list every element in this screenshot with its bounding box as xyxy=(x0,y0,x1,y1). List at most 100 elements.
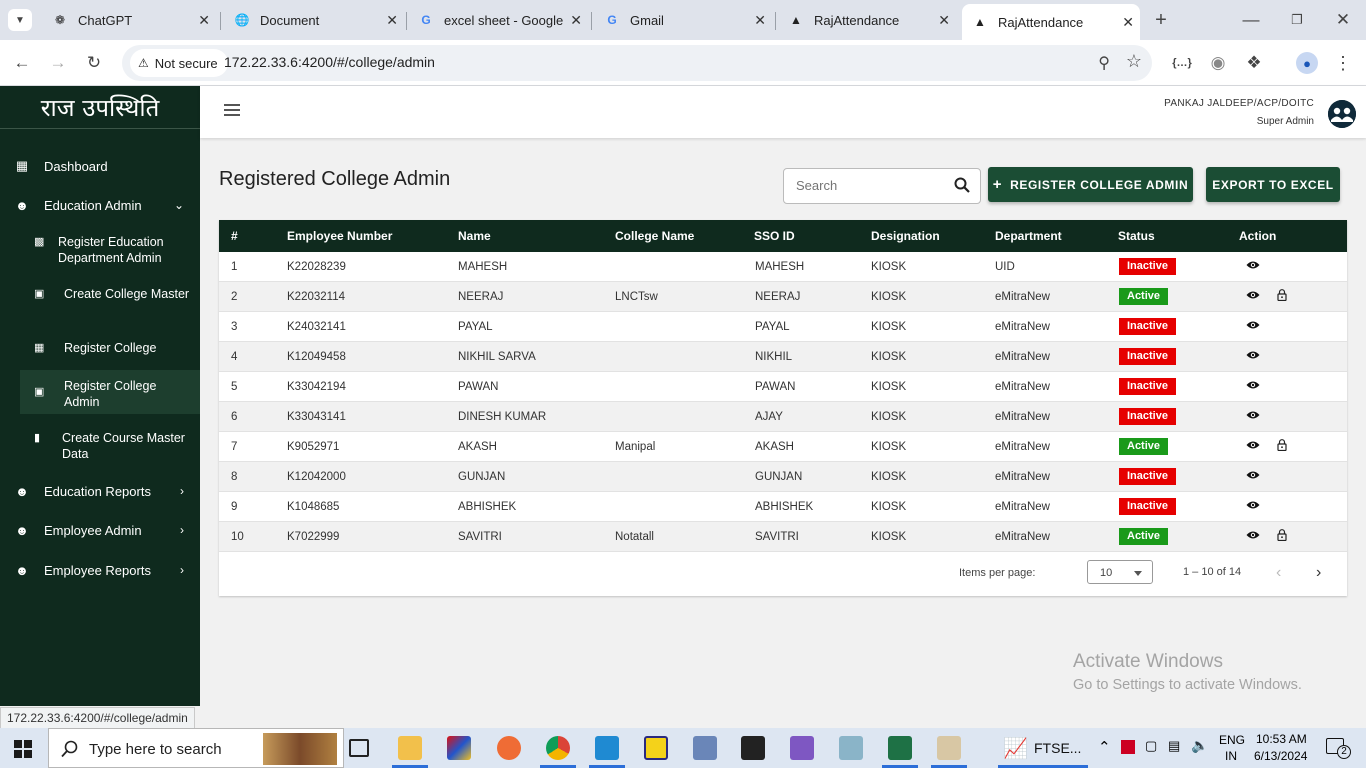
chrome-icon[interactable] xyxy=(546,736,570,760)
close-icon[interactable]: ✕ xyxy=(386,12,398,29)
app-icon[interactable] xyxy=(839,736,863,760)
back-icon[interactable]: ← xyxy=(11,52,33,74)
column-header[interactable]: # xyxy=(231,229,238,243)
sidebar-item-label: Education Admin xyxy=(44,197,142,213)
view-eye-icon[interactable] xyxy=(1246,320,1260,330)
column-header[interactable]: Department xyxy=(995,229,1062,243)
view-eye-icon[interactable] xyxy=(1246,500,1260,510)
taskbar-search-box[interactable]: Type here to search xyxy=(48,728,344,768)
column-header[interactable]: Designation xyxy=(871,229,940,243)
previous-page-icon[interactable]: ‹ xyxy=(1276,564,1281,582)
forward-icon[interactable]: → xyxy=(47,52,69,74)
view-eye-icon[interactable] xyxy=(1246,530,1260,540)
browser-menu-icon[interactable]: ⋮ xyxy=(1332,52,1354,74)
tray-device-icon[interactable]: ▢ xyxy=(1145,738,1157,754)
terminal-icon[interactable] xyxy=(741,736,765,760)
paint-app-icon[interactable] xyxy=(447,736,471,760)
tab-search-icon[interactable]: ▼ xyxy=(8,9,32,31)
restore-icon[interactable]: ❐ xyxy=(1286,9,1308,31)
sidebar-item-dashboard[interactable]: ▦ Dashboard xyxy=(0,156,200,176)
close-icon[interactable]: ✕ xyxy=(570,12,582,29)
language-code[interactable]: ENG xyxy=(1219,733,1245,747)
sidebar-item-education-reports[interactable]: ☻ Education Reports › xyxy=(0,481,200,501)
sidebar-subitem-create-college-master[interactable]: ▣ Create College Master xyxy=(20,286,200,320)
column-header[interactable]: Action xyxy=(1239,229,1276,243)
file-explorer-icon[interactable] xyxy=(398,736,422,760)
search-field[interactable] xyxy=(783,168,981,204)
view-eye-icon[interactable] xyxy=(1246,380,1260,390)
network-icon[interactable]: ▤ xyxy=(1168,738,1180,754)
clock-date[interactable]: 6/13/2024 xyxy=(1254,749,1307,763)
lock-icon[interactable] xyxy=(1277,289,1287,301)
search-icon[interactable] xyxy=(954,177,970,193)
view-eye-icon[interactable] xyxy=(1246,350,1260,360)
volume-icon[interactable]: 🔈 xyxy=(1191,737,1208,754)
sidebar-item-education-admin[interactable]: ☻ Education Admin ⌄ xyxy=(0,195,200,215)
sidebar-subitem-register-education-department-admin[interactable]: ▩ Register Education Department Admin xyxy=(20,234,200,268)
menu-icon[interactable] xyxy=(224,104,240,118)
view-eye-icon[interactable] xyxy=(1246,260,1260,270)
user-avatar-icon[interactable] xyxy=(1328,100,1356,128)
next-page-icon[interactable]: › xyxy=(1316,564,1321,582)
close-icon[interactable]: ✕ xyxy=(1122,14,1134,31)
excel-icon[interactable] xyxy=(888,736,912,760)
sticky-notes-icon[interactable] xyxy=(644,736,668,760)
bookmark-star-icon[interactable]: ☆ xyxy=(1126,51,1142,72)
new-tab-icon[interactable]: + xyxy=(1150,9,1172,31)
region-code[interactable]: IN xyxy=(1225,749,1237,763)
tab-document[interactable]: 🌐 Document ✕ xyxy=(224,4,404,36)
window-close-icon[interactable]: ✕ xyxy=(1332,9,1354,31)
extension-json-icon[interactable]: {…} xyxy=(1171,52,1193,74)
column-header[interactable]: Name xyxy=(458,229,491,243)
tab-gmail[interactable]: G Gmail ✕ xyxy=(594,4,772,36)
view-eye-icon[interactable] xyxy=(1246,440,1260,450)
task-view-icon[interactable] xyxy=(349,739,369,757)
lock-icon[interactable] xyxy=(1277,529,1287,541)
items-per-page-select[interactable]: 10 xyxy=(1087,560,1153,584)
url-text[interactable]: 172.22.33.6:4200/#/college/admin xyxy=(224,54,435,70)
sidebar-subitem-register-college[interactable]: ▦ Register College xyxy=(20,340,200,360)
view-eye-icon[interactable] xyxy=(1246,290,1260,300)
network-tool-icon[interactable] xyxy=(693,736,717,760)
sidebar-subitem-create-course-master-data[interactable]: ▮ Create Course Master Data xyxy=(20,430,200,464)
stock-chart-icon[interactable]: 📈 xyxy=(1003,736,1028,760)
tray-app-icon[interactable] xyxy=(1121,740,1135,754)
view-eye-icon[interactable] xyxy=(1246,410,1260,420)
postman-icon[interactable] xyxy=(497,736,521,760)
view-eye-icon[interactable] xyxy=(1246,470,1260,480)
export-to-excel-button[interactable]: EXPORT TO EXCEL xyxy=(1206,167,1340,202)
close-icon[interactable]: ✕ xyxy=(938,12,950,29)
windows-start-icon[interactable] xyxy=(14,740,32,758)
minimize-icon[interactable]: — xyxy=(1240,9,1262,31)
vscode-icon[interactable] xyxy=(595,736,619,760)
lock-icon[interactable] xyxy=(1277,439,1287,451)
visual-studio-icon[interactable] xyxy=(790,736,814,760)
tab-rajattendance[interactable]: ▲ RajAttendance ✕ xyxy=(778,4,956,36)
extensions-puzzle-icon[interactable]: ❖ xyxy=(1243,52,1265,74)
taskbar-app-label[interactable]: FTSE... xyxy=(1034,740,1081,756)
close-icon[interactable]: ✕ xyxy=(198,12,210,29)
sidebar-item-employee-reports[interactable]: ☻ Employee Reports › xyxy=(0,560,200,580)
column-header[interactable]: College Name xyxy=(615,229,694,243)
paint-brush-app-icon[interactable] xyxy=(937,736,961,760)
address-bar[interactable]: ⚠ Not secure 172.22.33.6:4200/#/college/… xyxy=(122,45,1152,81)
close-icon[interactable]: ✕ xyxy=(754,12,766,29)
show-hidden-icons-icon[interactable]: ⌃ xyxy=(1098,738,1111,756)
reload-icon[interactable]: ↻ xyxy=(83,52,105,74)
tab-excel-sheet[interactable]: G excel sheet - Google ✕ xyxy=(408,4,588,36)
tab-chatgpt[interactable]: ❁ ChatGPT ✕ xyxy=(42,4,216,36)
column-header[interactable]: Status xyxy=(1118,229,1155,243)
cell-emp: K12049458 xyxy=(287,351,346,363)
column-header[interactable]: Employee Number xyxy=(287,229,392,243)
sidebar-subitem-register-college-admin[interactable]: ▣ Register College Admin xyxy=(20,370,200,414)
camera-icon[interactable]: ◉ xyxy=(1207,52,1229,74)
sidebar-item-employee-admin[interactable]: ☻ Employee Admin › xyxy=(0,520,200,540)
profile-icon[interactable]: ● xyxy=(1296,52,1318,74)
clock-time[interactable]: 10:53 AM xyxy=(1256,732,1307,746)
search-input[interactable] xyxy=(796,178,946,193)
security-chip[interactable]: ⚠ Not secure xyxy=(130,49,228,77)
tab-rajattendance-active[interactable]: ▲ RajAttendance ✕ xyxy=(962,4,1140,40)
column-header[interactable]: SSO ID xyxy=(754,229,795,243)
register-college-admin-button[interactable]: + REGISTER COLLEGE ADMIN xyxy=(988,167,1193,202)
zoom-icon[interactable]: ⚲ xyxy=(1098,53,1110,73)
